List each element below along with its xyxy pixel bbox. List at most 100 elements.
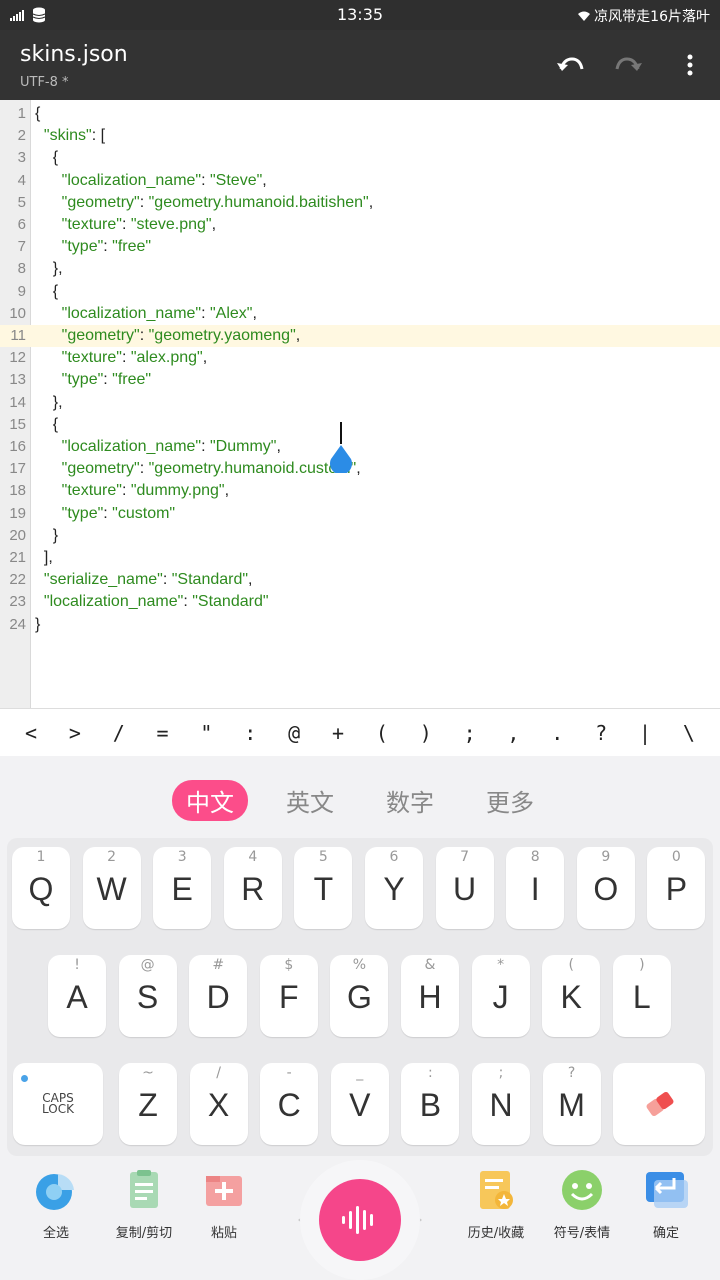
code-line[interactable]: 20 } [0, 525, 720, 547]
code-line[interactable]: 2 "skins": [ [0, 125, 720, 147]
delete-key[interactable] [613, 1063, 705, 1145]
code-line[interactable]: 9 { [0, 281, 720, 303]
code-line[interactable]: 12 "texture": "alex.png", [0, 347, 720, 369]
symbol-key[interactable]: > [60, 721, 90, 745]
key-g[interactable]: % G [330, 955, 389, 1037]
line-number: 12 [9, 349, 26, 367]
key-secondary-label: $ [284, 957, 294, 973]
key-secondary-label: - [286, 1065, 292, 1081]
key-secondary-label: 1 [36, 849, 46, 865]
symbol-key[interactable]: . [542, 721, 572, 745]
copy-cut-button[interactable]: 复制/剪切 [104, 1168, 184, 1241]
key-m[interactable]: ? M [542, 1063, 601, 1145]
line-number: 8 [17, 260, 26, 278]
key-t[interactable]: 5T [294, 847, 353, 929]
key-h[interactable]: & H [401, 955, 459, 1037]
code-line[interactable]: 16 "localization_name": "Dummy", [0, 436, 720, 458]
code-line[interactable]: 17 "geometry": "geometry.humanoid.custom… [0, 458, 720, 480]
code-text: "geometry": "geometry.yaomeng", [61, 327, 301, 344]
code-text: { [35, 105, 41, 122]
lang-tab[interactable]: 更多 [472, 780, 548, 821]
code-line[interactable]: 19 "type": "custom" [0, 503, 720, 525]
key-l[interactable]: ) L [612, 955, 671, 1037]
code-line[interactable]: 7 "type": "free" [0, 236, 720, 258]
symbol-key[interactable]: , [498, 721, 528, 745]
code-line[interactable]: 8 }, [0, 258, 720, 280]
key-w[interactable]: 2W [82, 847, 141, 929]
key-primary-label: C [277, 1087, 301, 1123]
code-line[interactable]: 10 "localization_name": "Alex", [0, 303, 720, 325]
symbol-key[interactable]: | [630, 721, 660, 745]
paste-button[interactable]: 粘贴 [184, 1168, 264, 1241]
key-x[interactable]: / X [189, 1063, 248, 1145]
undo-button[interactable] [553, 48, 587, 82]
code-line[interactable]: 23 "localization_name": "Standard" [0, 591, 720, 613]
symbol-key[interactable]: \ [674, 721, 704, 745]
code-line[interactable]: 14 }, [0, 392, 720, 414]
key-r[interactable]: 4R [223, 847, 282, 929]
key-primary-label: W [96, 871, 127, 907]
code-line[interactable]: 4 "localization_name": "Steve", [0, 170, 720, 192]
symbol-key[interactable]: @ [279, 721, 309, 745]
key-n[interactable]: ; N [472, 1063, 530, 1145]
key-b[interactable]: :B [401, 1063, 460, 1145]
key-o[interactable]: 9O [576, 847, 635, 929]
symbol-key[interactable]: < [16, 721, 46, 745]
code-text: "localization_name": "Standard" [43, 593, 269, 611]
key-v[interactable]: _ V [330, 1063, 389, 1145]
lang-tab[interactable]: 数字 [372, 780, 448, 821]
key-e[interactable]: 3E [153, 847, 212, 929]
symbol-key[interactable]: ) [411, 721, 441, 745]
key-i[interactable]: 8I [506, 847, 565, 929]
symbol-key[interactable]: ; [455, 721, 485, 745]
symbol-key[interactable]: : [235, 721, 265, 745]
caps-lock-key[interactable]: CAPS LOCK [13, 1063, 103, 1145]
redo-button[interactable] [612, 48, 646, 82]
history-favorites-button[interactable]: 历史/收藏 [456, 1168, 536, 1241]
code-line[interactable]: 21 ], [0, 547, 720, 569]
key-y[interactable]: 6Y [365, 847, 423, 929]
symbol-key[interactable]: = [148, 721, 178, 745]
wifi-icon [578, 11, 591, 21]
key-primary-label: L [632, 979, 651, 1015]
cursor-handle-icon[interactable] [329, 445, 353, 473]
clipboard-icon [130, 1170, 158, 1208]
code-line[interactable]: 5 "geometry": "geometry.humanoid.baitish… [0, 192, 720, 214]
symbol-key[interactable]: " [191, 721, 221, 745]
key-secondary-label: 4 [248, 849, 258, 865]
key-u[interactable]: 7U [435, 847, 494, 929]
code-line[interactable]: 22 "serialize_name": "Standard", [0, 569, 720, 591]
code-line[interactable]: 11 "geometry": "geometry.yaomeng", [0, 325, 720, 347]
key-z[interactable]: ~ Z [119, 1063, 177, 1145]
key-c[interactable]: -C [260, 1063, 319, 1145]
code-line[interactable]: 18 "texture": "dummy.png", [0, 480, 720, 502]
symbol-key[interactable]: ? [586, 721, 616, 745]
code-line[interactable]: 24} [0, 614, 720, 636]
voice-input-button[interactable] [319, 1179, 401, 1261]
more-options-button[interactable] [673, 48, 707, 82]
symbols-emoji-button[interactable]: 符号/表情 [542, 1168, 622, 1241]
symbol-key[interactable]: / [104, 721, 134, 745]
key-f[interactable]: $ F [259, 955, 318, 1037]
select-all-button[interactable]: 全选 [16, 1168, 96, 1241]
code-line[interactable]: 6 "texture": "steve.png", [0, 214, 720, 236]
confirm-button[interactable]: 确定 [626, 1168, 706, 1241]
symbol-key[interactable]: ( [367, 721, 397, 745]
symbol-key[interactable]: + [323, 721, 353, 745]
key-d[interactable]: # D [189, 955, 248, 1037]
code-line[interactable]: 1{ [0, 103, 720, 125]
code-line[interactable]: 15 { [0, 414, 720, 436]
lang-tab[interactable]: 中文 [172, 780, 248, 821]
lang-tab[interactable]: 英文 [272, 780, 348, 821]
key-a[interactable]: ! A [48, 955, 106, 1037]
key-j[interactable]: * J [471, 955, 530, 1037]
key-secondary-label: 8 [530, 849, 540, 865]
key-k[interactable]: (K [542, 955, 601, 1037]
key-q[interactable]: 1Q [12, 847, 70, 929]
key-area: CAPS LOCK 1 Q 2 W 3 E 4 R 5 T 6 Y 7 U 8 I 9 O 0 P ! A @ S # D $ F% G &… [7, 838, 713, 1156]
key-s[interactable]: @ S [118, 955, 177, 1037]
key-p[interactable]: 0P [647, 847, 706, 929]
code-line[interactable]: 3 { [0, 147, 720, 169]
code-line[interactable]: 13 "type": "free" [0, 369, 720, 391]
code-editor[interactable]: 1{2 "skins": [3 {4 "localization_name": … [0, 100, 720, 708]
